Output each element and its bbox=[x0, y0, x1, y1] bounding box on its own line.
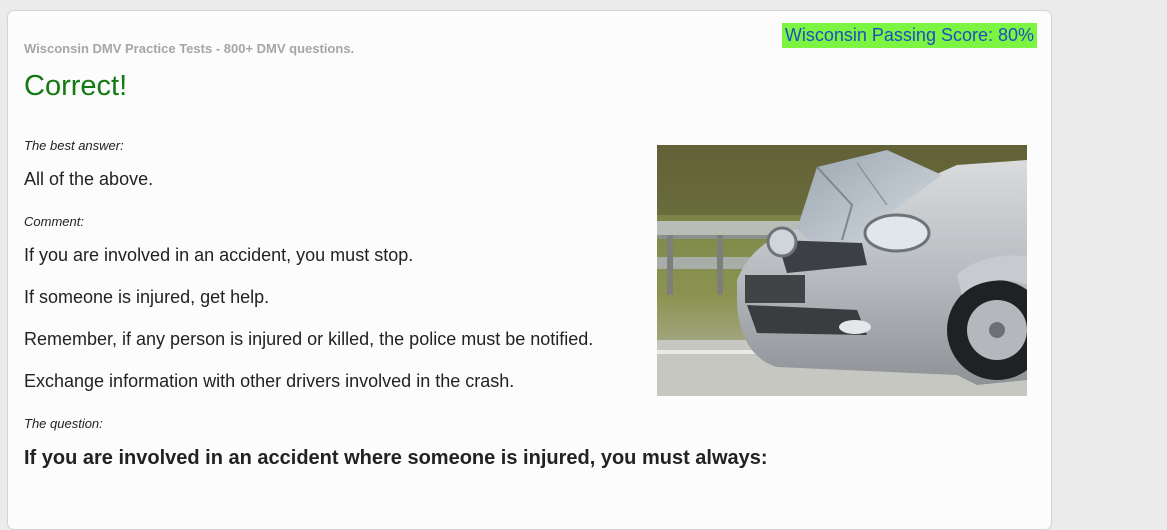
comment-line: Remember, if any person is injured or ki… bbox=[24, 329, 594, 349]
comment-line: Exchange information with other drivers … bbox=[24, 371, 515, 391]
result-card: Wisconsin Passing Score: 80% Wisconsin D… bbox=[7, 10, 1052, 530]
comment-line: If someone is injured, get help. bbox=[24, 287, 270, 307]
comment-line: If you are involved in an accident, you … bbox=[24, 245, 414, 265]
comment-label: Comment: bbox=[24, 214, 84, 229]
crashed-car-photo bbox=[657, 145, 1027, 396]
best-answer-text: All of the above. bbox=[24, 169, 154, 189]
result-heading: Correct! bbox=[24, 70, 128, 102]
question-text: If you are involved in an accident where… bbox=[24, 447, 768, 469]
site-title: Wisconsin DMV Practice Tests - 800+ DMV … bbox=[24, 41, 355, 56]
passing-score-badge: Wisconsin Passing Score: 80% bbox=[781, 23, 1037, 48]
question-label: The question: bbox=[24, 416, 103, 431]
best-answer-label: The best answer: bbox=[24, 138, 124, 153]
